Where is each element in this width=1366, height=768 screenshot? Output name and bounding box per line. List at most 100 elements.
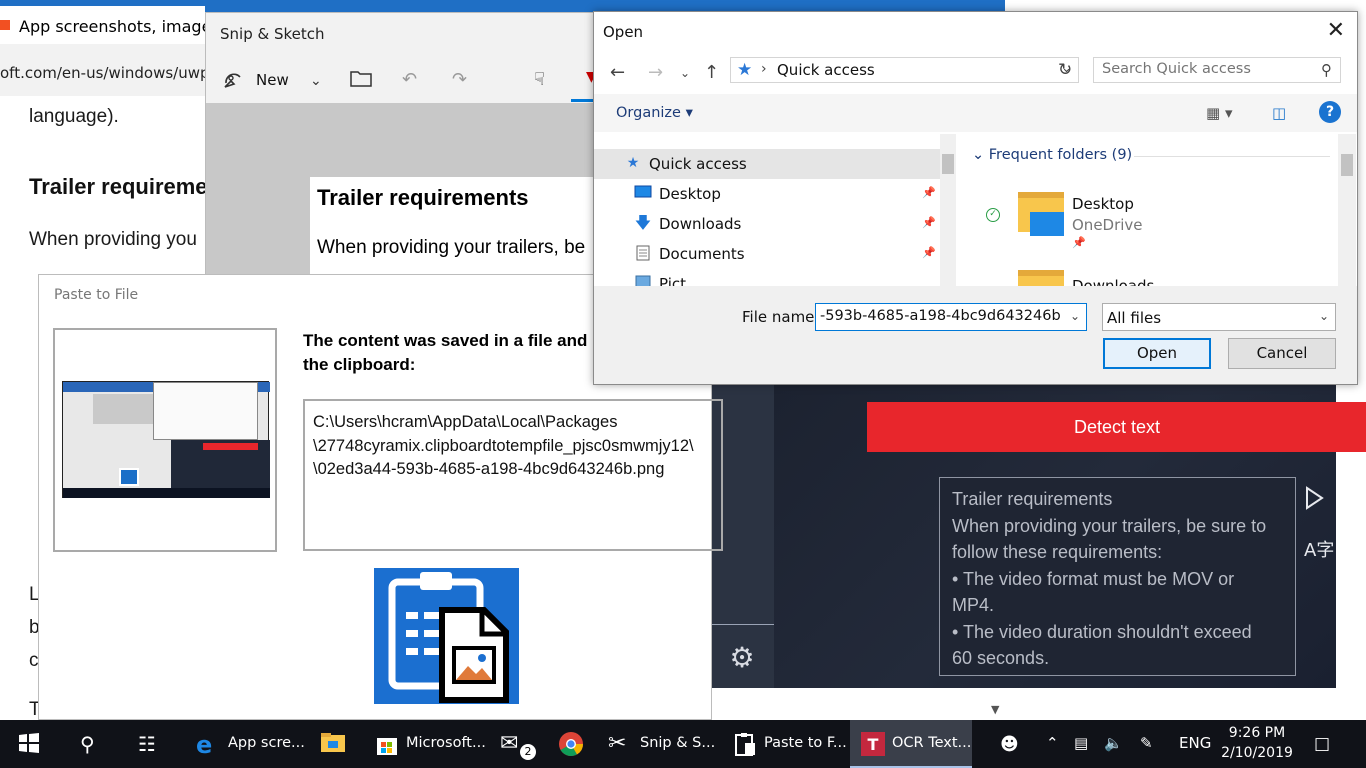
up-arrow-icon[interactable]: ↑	[704, 62, 719, 83]
command-bar: Organize ▾ ▦ ▾ ◫ ?	[594, 94, 1357, 132]
taskbar-app-snip-sketch[interactable]: ✂ Snip & S...	[598, 720, 718, 768]
breadcrumb-separator-icon[interactable]: ›	[761, 61, 767, 77]
input-language[interactable]: ENG	[1179, 734, 1211, 752]
taskbar-app-label: OCR Text...	[892, 735, 972, 751]
tree-item-pictures[interactable]: Pict	[594, 269, 940, 286]
tree-item-label: Downloads	[659, 215, 742, 233]
quick-access-star-icon: ★	[737, 60, 753, 80]
open-button[interactable]: Open	[1103, 338, 1211, 369]
page-text: language).	[29, 106, 119, 127]
taskbar-app-label: Paste to F...	[764, 735, 847, 751]
clipboard-image-preview	[53, 328, 277, 552]
search-icon[interactable]: ⚲	[80, 732, 95, 756]
document-icon	[634, 245, 652, 261]
translate-icon[interactable]: A字	[1304, 536, 1334, 562]
refresh-icon[interactable]: ↻	[1058, 60, 1072, 80]
volume-icon[interactable]: 🔈	[1104, 734, 1123, 752]
pin-icon[interactable]: 📌	[922, 246, 936, 259]
file-list-scrollbar[interactable]	[1338, 134, 1356, 286]
windows-start-icon[interactable]	[18, 732, 40, 759]
result-line: follow these requirements:	[952, 542, 1163, 562]
preview-pane-icon[interactable]: ◫	[1272, 104, 1286, 122]
path-line: \27748cyramix.clipboardtotempfile_pjsc0s…	[313, 436, 694, 455]
gear-icon[interactable]: ⚙	[726, 642, 758, 674]
address-bar[interactable]: ★ › Quick access ⌄	[730, 57, 1079, 83]
pen-workspace-icon[interactable]: ✎	[1140, 734, 1153, 752]
snip-canvas[interactable]: Trailer requirements When providing your…	[206, 103, 604, 275]
close-icon[interactable]: ✕	[1327, 18, 1345, 43]
help-icon[interactable]: ?	[1319, 101, 1341, 123]
search-icon: ⚲	[1321, 61, 1332, 79]
breadcrumb[interactable]: Quick access	[777, 61, 875, 79]
cancel-button[interactable]: Cancel	[1228, 338, 1336, 369]
file-name-input[interactable]	[820, 308, 1060, 324]
svg-text:T: T	[868, 735, 879, 754]
clipboard-image-icon[interactable]	[374, 568, 519, 704]
snip-sketch-window: Snip & Sketch New ⌄ ↶ ↷ ☟ ▼ Trailer requ…	[205, 12, 605, 275]
detect-text-button[interactable]: Detect text	[867, 402, 1366, 452]
taskbar-app-file-explorer[interactable]	[310, 720, 362, 768]
edge-icon: e	[196, 731, 213, 759]
navigation-pane[interactable]: ★ Quick access Desktop 📌 🡇 Downloads 📌 D…	[594, 134, 940, 286]
search-box[interactable]: ⚲	[1093, 57, 1341, 83]
snip-new-icon[interactable]	[222, 69, 246, 96]
tree-item-quick-access[interactable]: ★ Quick access	[594, 149, 940, 179]
redo-icon[interactable]: ↷	[452, 69, 467, 90]
chevron-down-icon[interactable]: ⌄	[1070, 309, 1080, 323]
ocr-main: Detect text Trailer requirements When pr…	[774, 384, 1366, 688]
unread-badge: 2	[520, 744, 536, 760]
ocr-result-text[interactable]: Trailer requirements When providing your…	[939, 477, 1296, 676]
microsoft-logo-icon	[0, 20, 10, 30]
result-line: • The video duration shouldn't exceed	[952, 621, 1252, 642]
navigation-scrollbar[interactable]	[940, 134, 956, 286]
tree-item-documents[interactable]: Documents 📌	[594, 239, 940, 269]
undo-icon[interactable]: ↶	[402, 69, 417, 90]
store-icon	[374, 731, 400, 757]
recent-locations-chevron-icon[interactable]: ⌄	[680, 66, 690, 80]
tree-item-downloads[interactable]: 🡇 Downloads 📌	[594, 209, 940, 239]
chrome-icon	[558, 731, 584, 757]
taskbar-app-paste-to-file[interactable]: Paste to F...	[722, 720, 847, 768]
tree-item-desktop[interactable]: Desktop 📌	[594, 179, 940, 209]
scroll-down-icon[interactable]: ▼	[991, 703, 999, 716]
chevron-down-icon[interactable]: ⌄	[1319, 309, 1329, 323]
action-center-icon[interactable]: □	[1314, 734, 1330, 754]
play-icon[interactable]	[1304, 486, 1328, 510]
file-type-select[interactable]: All files ⌄	[1102, 303, 1336, 331]
search-input[interactable]	[1102, 61, 1302, 77]
scroll-thumb[interactable]	[1341, 154, 1353, 176]
folder-name[interactable]: Desktop	[1072, 195, 1134, 213]
scroll-thumb[interactable]	[942, 154, 954, 174]
browser-tab[interactable]: App screenshots, image	[0, 6, 211, 44]
forward-arrow-icon[interactable]: →	[648, 62, 663, 83]
path-line: C:\Users\hcram\AppData\Local\Packages	[313, 413, 618, 431]
paste-to-file-icon	[732, 731, 758, 757]
clock[interactable]: 9:26 PM 2/10/2019	[1214, 723, 1300, 763]
network-icon[interactable]: ▤	[1074, 734, 1088, 752]
file-name-combobox[interactable]: ⌄	[815, 303, 1087, 331]
taskbar-app-edge[interactable]: e App scre...	[186, 720, 306, 768]
people-icon[interactable]: ☻	[1000, 734, 1019, 755]
taskbar-app-label: App scre...	[228, 735, 305, 751]
folder-icon[interactable]	[1018, 270, 1064, 286]
pin-icon[interactable]: 📌	[922, 186, 936, 199]
open-folder-icon[interactable]	[350, 69, 372, 92]
taskbar-app-ocr-text[interactable]: T OCR Text...	[850, 720, 972, 768]
folder-icon[interactable]	[1018, 192, 1064, 236]
organize-button[interactable]: Organize ▾	[616, 105, 693, 121]
touch-writing-icon[interactable]: ☟	[534, 69, 545, 90]
pin-icon[interactable]: 📌	[922, 216, 936, 229]
change-view-icon[interactable]: ▦ ▾	[1206, 104, 1232, 122]
taskbar-app-chrome[interactable]	[548, 720, 596, 768]
task-view-icon[interactable]: ☷	[138, 732, 156, 756]
frequent-folders-group[interactable]: ⌄ Frequent folders (9)	[972, 147, 1132, 163]
chevron-down-icon[interactable]: ⌄	[310, 73, 322, 89]
chevron-up-icon[interactable]: ⌃	[1046, 734, 1059, 752]
taskbar-app-store[interactable]: Microsoft...	[364, 720, 486, 768]
taskbar-app-mail[interactable]: ✉ 2	[490, 720, 546, 768]
new-button[interactable]: New	[256, 71, 289, 89]
file-path-field[interactable]: C:\Users\hcram\AppData\Local\Packages \2…	[303, 399, 723, 551]
back-arrow-icon[interactable]: ←	[610, 62, 625, 83]
file-list[interactable]: ⌄ Frequent folders (9) ✓ Desktop OneDriv…	[958, 134, 1338, 286]
folder-name[interactable]: Downloads	[1072, 277, 1154, 286]
